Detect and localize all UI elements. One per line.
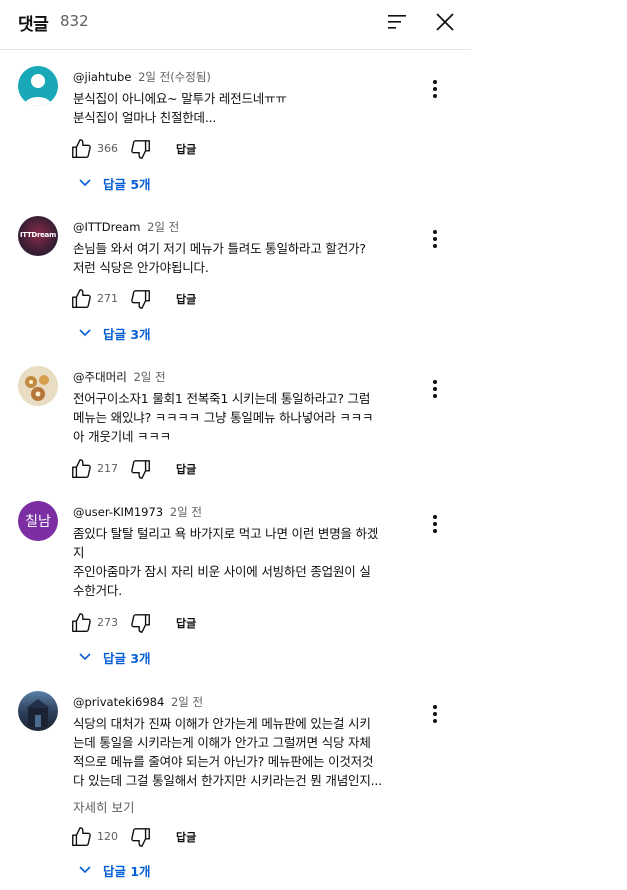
sort-button[interactable]: [384, 9, 410, 35]
dislike-button[interactable]: [130, 826, 152, 848]
comment-actions: 217 답글: [70, 458, 390, 482]
avatar[interactable]: [18, 66, 58, 106]
comment-meta: @jiahtube 2일 전(수정됨): [73, 69, 211, 85]
like-button[interactable]: [70, 138, 92, 160]
default-avatar-icon: [24, 74, 52, 106]
dislike-icon: [131, 828, 150, 847]
comment-text: 손님들 와서 여기 저기 메뉴가 틀려도 통일하라고 할건가? 저런 식당은 안…: [73, 241, 366, 275]
dislike-button[interactable]: [130, 612, 152, 634]
reply-button[interactable]: 답글: [176, 141, 196, 157]
avatar[interactable]: [18, 366, 58, 406]
comment-text: 전어구이소자1 물회1 전복죽1 시키는데 통일하라고? 그럼 메뉴는 왜있냐?…: [73, 391, 374, 444]
comment-more-button[interactable]: [428, 703, 442, 725]
comment-meta: @ITTDream 2일 전: [73, 219, 179, 235]
like-button[interactable]: [70, 612, 92, 634]
like-count: 217: [97, 462, 118, 475]
dislike-icon: [131, 140, 150, 159]
view-replies-label: 답글 3개: [103, 327, 151, 342]
like-button[interactable]: [70, 458, 92, 480]
view-replies-label: 답글 5개: [103, 177, 151, 192]
comment-actions: 366 답글: [70, 138, 390, 162]
comment-author[interactable]: @user-KIM1973: [73, 505, 163, 519]
comment-author[interactable]: @주대머리: [73, 370, 127, 384]
reply-button[interactable]: 답글: [176, 461, 196, 477]
comment-actions: 271 답글: [70, 288, 390, 312]
comment-meta: @user-KIM1973 2일 전: [73, 504, 202, 520]
comments-header: 댓글 832: [0, 0, 471, 50]
view-replies-label: 답글 3개: [103, 651, 151, 666]
comment-more-button[interactable]: [428, 228, 442, 250]
dislike-button[interactable]: [130, 138, 152, 160]
reply-button[interactable]: 답글: [176, 829, 196, 845]
comment-text: 좀있다 탈탈 털리고 욕 바가지로 먹고 나면 이런 변명을 하겠 지 주인아줌…: [73, 526, 379, 598]
chevron-down-icon: [79, 866, 91, 874]
like-icon: [72, 827, 91, 846]
dislike-icon: [131, 614, 150, 633]
like-icon: [72, 613, 91, 632]
like-icon: [72, 139, 91, 158]
comments-panel: 댓글 832 @jiahtube 2일 전(수정됨) 분식집이 아니에요~ 말투…: [0, 0, 471, 890]
avatar[interactable]: [18, 691, 58, 731]
comment-meta: @privateki6984 2일 전: [73, 694, 203, 710]
reply-button[interactable]: 답글: [176, 291, 196, 307]
like-count: 366: [97, 142, 118, 155]
like-count: 120: [97, 830, 118, 843]
building-avatar-icon: [26, 699, 50, 727]
dislike-button[interactable]: [130, 288, 152, 310]
like-count: 273: [97, 616, 118, 629]
chevron-down-icon: [79, 179, 91, 187]
comment-time[interactable]: 2일 전(수정됨): [138, 70, 211, 84]
like-count: 271: [97, 292, 118, 305]
close-icon: [436, 13, 454, 31]
sort-icon: [388, 15, 406, 29]
like-icon: [72, 289, 91, 308]
like-button[interactable]: [70, 826, 92, 848]
like-icon: [72, 459, 91, 478]
close-button[interactable]: [432, 9, 458, 35]
comment-time[interactable]: 2일 전: [133, 370, 165, 384]
comments-count: 832: [60, 12, 89, 30]
avatar[interactable]: 칠남: [18, 501, 58, 541]
cartoon-avatar-icon: [18, 366, 58, 406]
avatar-text: ITTDream: [20, 231, 56, 239]
comment-author[interactable]: @privateki6984: [73, 695, 164, 709]
avatar-text: 칠남: [25, 514, 51, 530]
dislike-icon: [131, 460, 150, 479]
dislike-button[interactable]: [130, 458, 152, 480]
dislike-icon: [131, 290, 150, 309]
comment-more-button[interactable]: [428, 78, 442, 100]
comment-more-button[interactable]: [428, 378, 442, 400]
view-replies-label: 답글 1개: [103, 864, 151, 879]
comment-actions: 273 답글: [70, 612, 390, 636]
comments-title: 댓글: [18, 15, 49, 35]
chevron-down-icon: [79, 329, 91, 337]
comment-author[interactable]: @jiahtube: [73, 70, 131, 84]
like-button[interactable]: [70, 288, 92, 310]
comment-time[interactable]: 2일 전: [170, 505, 202, 519]
comment-meta: @주대머리 2일 전: [73, 369, 166, 385]
comment-more-button[interactable]: [428, 513, 442, 535]
comment-time[interactable]: 2일 전: [147, 220, 179, 234]
comment-actions: 120 답글: [70, 826, 390, 850]
reply-button[interactable]: 답글: [176, 615, 196, 631]
chevron-down-icon: [79, 653, 91, 661]
avatar[interactable]: ITTDream: [18, 216, 58, 256]
comment-text: 식당의 대처가 진짜 이해가 안가는게 메뉴판에 있는걸 시키 는데 통일을 시…: [73, 716, 382, 788]
read-more-link[interactable]: 자세히 보기: [73, 797, 134, 816]
comment-text: 분식집이 아니에요~ 말투가 레전드네ㅠㅠ 분식집이 얼마나 친절한데...: [73, 91, 287, 125]
comment-time[interactable]: 2일 전: [171, 695, 203, 709]
comment-author[interactable]: @ITTDream: [73, 220, 140, 234]
